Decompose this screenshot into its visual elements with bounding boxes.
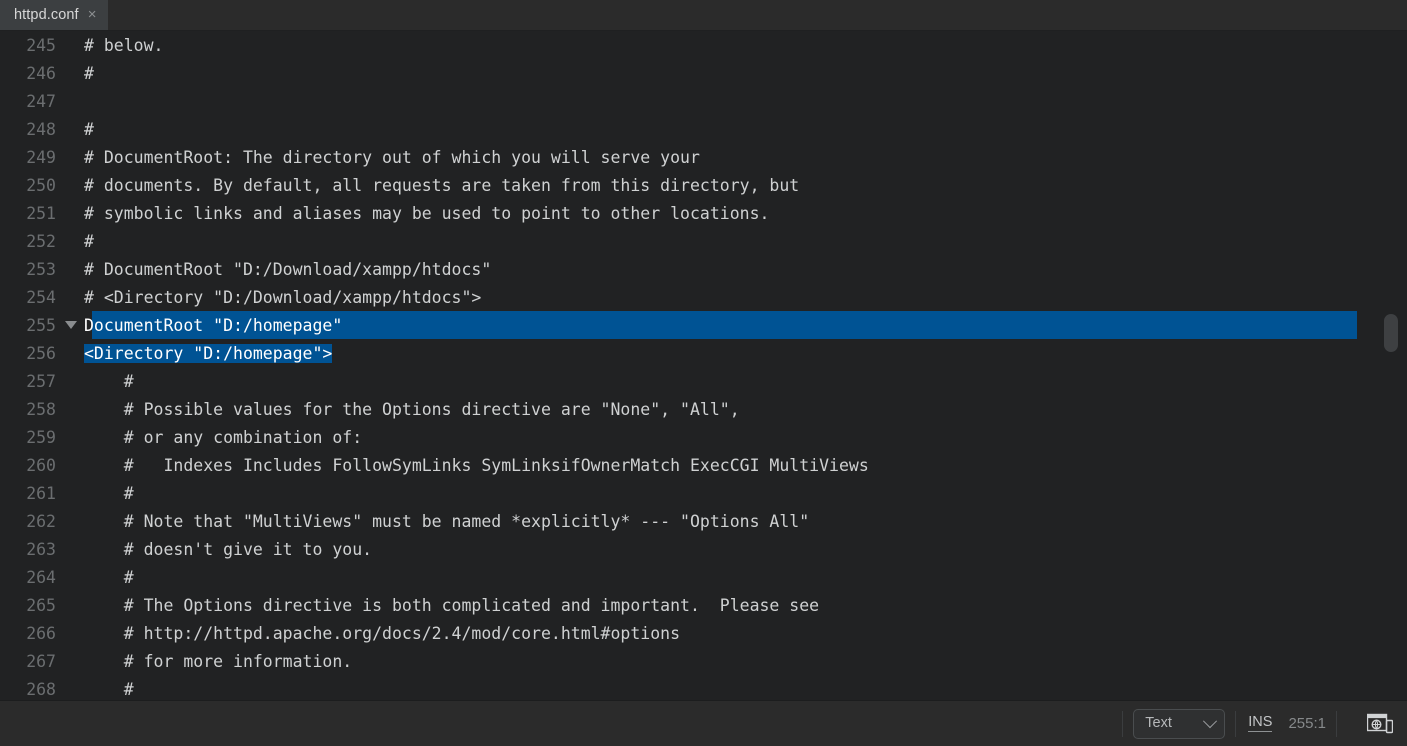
code-text: <Directory "D:/homepage"> — [84, 343, 333, 363]
code-text: # Indexes Includes FollowSymLinks SymLin… — [84, 455, 869, 475]
line-number: 258 — [26, 399, 56, 419]
line-number: 264 — [26, 567, 56, 587]
line-number: 263 — [26, 539, 56, 559]
code-text: # — [84, 679, 134, 699]
syntax-mode-label: Text — [1145, 715, 1172, 732]
code-text: # Possible values for the Options direct… — [84, 399, 740, 419]
code-line[interactable]: 253 # DocumentRoot "D:/Download/xampp/htd… — [0, 255, 1407, 283]
code-text: DocumentRoot "D:/homepage" — [84, 316, 342, 335]
line-number: 256 — [26, 343, 56, 363]
code-line[interactable]: 260 # Indexes Includes FollowSymLinks Sy… — [0, 451, 1407, 479]
code-text: # — [84, 231, 94, 251]
code-line[interactable]: 249 # DocumentRoot: The directory out of … — [0, 143, 1407, 171]
tab-httpd-conf[interactable]: httpd.conf × — [0, 0, 109, 30]
code-text: # documents. By default, all requests ar… — [84, 175, 800, 195]
code-text: # — [84, 119, 94, 139]
code-text: # — [84, 63, 94, 83]
line-number: 248 — [26, 119, 56, 139]
code-line[interactable]: 259 # or any combination of: — [0, 423, 1407, 451]
code-text: # — [84, 567, 134, 587]
line-number: 265 — [26, 595, 56, 615]
selected-text: DocumentRoot "D:/homepage" — [84, 315, 343, 335]
code-line[interactable]: 264 # — [0, 563, 1407, 591]
code-line[interactable]: 245 # below. — [0, 31, 1407, 59]
code-line[interactable]: 265 # The Options directive is both comp… — [0, 591, 1407, 619]
line-number: 246 — [26, 63, 56, 83]
tab-bar: httpd.conf × — [0, 0, 1407, 31]
code-line[interactable]: 250 # documents. By default, all requests… — [0, 171, 1407, 199]
code-text: # http://httpd.apache.org/docs/2.4/mod/c… — [84, 623, 681, 643]
line-number: 250 — [26, 175, 56, 195]
code-text: # symbolic links and aliases may be used… — [84, 203, 770, 223]
line-number: 261 — [26, 483, 56, 503]
code-text: # — [84, 371, 134, 391]
code-text: # or any combination of: — [84, 427, 363, 447]
code-text: # for more information. — [84, 651, 353, 671]
code-line[interactable]: 268 # — [0, 675, 1407, 700]
code-editor[interactable]: 245 # below. 246 #247 248 #249 # DocumentRoot:… — [0, 31, 1407, 700]
code-line[interactable]: 247 — [0, 87, 1407, 115]
tab-label: httpd.conf — [14, 6, 79, 23]
line-number: 254 — [26, 287, 56, 307]
code-line[interactable]: 248 # — [0, 115, 1407, 143]
status-separator-2 — [1235, 710, 1237, 737]
line-number: 260 — [26, 455, 56, 475]
line-number: 259 — [26, 427, 56, 447]
editor-window: httpd.conf × 245 # below. 246 #247 248 #249 # … — [0, 0, 1407, 746]
line-number: 249 — [26, 147, 56, 167]
selected-text: <Directory "D:/homepage"> — [84, 343, 333, 363]
line-number: 247 — [26, 91, 56, 111]
insert-mode-indicator[interactable]: INS — [1248, 715, 1273, 733]
code-line[interactable]: 262 # Note that "MultiViews" must be nam… — [0, 507, 1407, 535]
line-number: 251 — [26, 203, 56, 223]
code-line[interactable]: 257 # — [0, 367, 1407, 395]
line-number: 266 — [26, 623, 56, 643]
code-line[interactable]: 254 # <Directory "D:/Download/xampp/htdoc… — [0, 283, 1407, 311]
code-line[interactable]: 256 <Directory "D:/homepage"> — [0, 339, 1407, 367]
code-line[interactable]: 261 # — [0, 479, 1407, 507]
code-text: # <Directory "D:/Download/xampp/htdocs"> — [84, 287, 482, 307]
syntax-mode-select[interactable]: Text — [1133, 708, 1226, 739]
cursor-position[interactable]: 255:1 — [1288, 716, 1326, 731]
code-line[interactable]: 252 # — [0, 227, 1407, 255]
line-number: 245 — [26, 35, 56, 55]
code-line[interactable]: 263 # doesn't give it to you. — [0, 535, 1407, 563]
chevron-down-icon — [65, 321, 77, 329]
fold-arrow-icon[interactable] — [58, 321, 84, 329]
code-text: # — [84, 483, 134, 503]
line-number: 267 — [26, 651, 56, 671]
code-line[interactable]: 267 # for more information. — [0, 647, 1407, 675]
line-number: 255 — [26, 315, 56, 335]
code-line[interactable]: 255 DocumentRoot "D:/homepage" — [0, 311, 1407, 339]
code-line[interactable]: 266 # http://httpd.apache.org/docs/2.4/m… — [0, 619, 1407, 647]
code-text: # doesn't give it to you. — [84, 539, 373, 559]
status-bar: Text INS 255:1 — [0, 700, 1407, 746]
code-text: # The Options directive is both complica… — [84, 595, 820, 615]
code-text: # below. — [84, 35, 164, 55]
code-text: # DocumentRoot: The directory out of whi… — [84, 147, 700, 167]
code-line[interactable]: 251 # symbolic links and aliases may be u… — [0, 199, 1407, 227]
scrollbar-thumb[interactable] — [1384, 314, 1398, 352]
line-number: 268 — [26, 679, 56, 699]
line-number: 262 — [26, 511, 56, 531]
code-text: # DocumentRoot "D:/Download/xampp/htdocs… — [84, 259, 492, 279]
status-separator-1 — [1122, 710, 1124, 737]
close-icon[interactable]: × — [88, 7, 97, 23]
browser-preview-icon[interactable] — [1366, 713, 1394, 735]
code-line[interactable]: 246 # — [0, 59, 1407, 87]
code-text: # Note that "MultiViews" must be named *… — [84, 511, 810, 531]
vertical-scrollbar[interactable] — [1375, 31, 1407, 700]
code-line[interactable]: 258 # Possible values for the Options di… — [0, 395, 1407, 423]
chevron-down-icon — [1203, 713, 1218, 728]
line-number: 253 — [26, 259, 56, 279]
status-separator-3 — [1336, 710, 1337, 737]
line-number: 252 — [26, 231, 56, 251]
code-lines[interactable]: 245 # below. 246 #247 248 #249 # DocumentRoot:… — [0, 31, 1407, 700]
line-number: 257 — [26, 371, 56, 391]
